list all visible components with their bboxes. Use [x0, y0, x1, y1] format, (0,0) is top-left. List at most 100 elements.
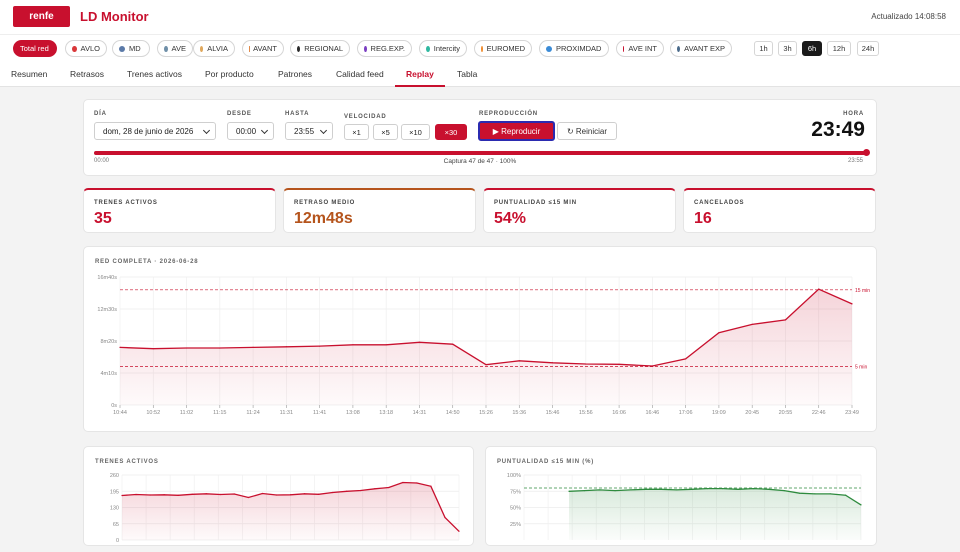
x-tick-label: 14:31 [413, 410, 427, 416]
tab-replay[interactable]: Replay [406, 69, 434, 79]
data-point [458, 531, 459, 532]
legend-dot-icon [677, 46, 680, 52]
tab-retrasos[interactable]: Retrasos [70, 69, 104, 79]
legend-dot-icon [164, 46, 168, 52]
x-tick-label: 11:41 [313, 410, 326, 416]
range-button-3h[interactable]: 3h [778, 41, 797, 56]
progress-track[interactable] [94, 151, 866, 155]
tab-calidad-feed[interactable]: Calidad feed [336, 69, 384, 79]
filter-chip-label: AVANT EXP [684, 44, 725, 53]
top-bar: renfe LD Monitor Actualizado 14:08:58 [0, 0, 960, 34]
data-point [219, 347, 220, 348]
x-tick-label: 15:56 [579, 410, 593, 416]
y-tick-label: 4m10s [100, 371, 117, 377]
range-button-1h[interactable]: 1h [754, 41, 773, 56]
kpi-value: 16 [694, 210, 712, 228]
filter-chip-avant[interactable]: AVANT [242, 40, 284, 57]
data-point [860, 504, 861, 505]
from-label: DESDE [227, 111, 252, 117]
legend-dot-icon [200, 46, 203, 52]
playback-label: REPRODUCCIÓN [479, 111, 538, 117]
data-point [248, 497, 249, 498]
product-filter-bar: Total red AVLO MD AVEALVIA AVANT REGIONAL REG.… [0, 34, 960, 61]
kpi-label: PUNTUALIDAD ≤15 MIN [494, 200, 577, 206]
range-button-6h[interactable]: 6h [802, 41, 822, 56]
speed-button-x1[interactable]: ×1 [344, 124, 369, 140]
day-select[interactable]: dom, 28 de junio de 2026 [94, 122, 216, 140]
speed-button-x5[interactable]: ×5 [373, 124, 398, 140]
y-tick-label: 12m30s [97, 307, 117, 313]
filter-chip-ave-int[interactable]: AVE INT [616, 40, 664, 57]
filter-chip-alvia[interactable]: ALVIA [193, 40, 235, 57]
tab-patrones[interactable]: Patrones [278, 69, 312, 79]
data-point [851, 303, 852, 304]
data-point [360, 490, 361, 491]
legend-dot-icon [297, 46, 300, 52]
data-point [685, 358, 686, 359]
x-tick-label: 16:46 [645, 410, 659, 416]
filter-chip-label: EUROMED [487, 44, 525, 53]
filter-chip-avant-exp[interactable]: AVANT EXP [670, 40, 732, 57]
speed-button-x10[interactable]: ×10 [401, 124, 430, 140]
data-point [814, 493, 815, 494]
filter-chip-intercity[interactable]: Intercity [419, 40, 467, 57]
data-point [615, 490, 616, 491]
kpi-value: 54% [494, 210, 526, 228]
replay-clock: 23:49 [811, 118, 865, 142]
play-button[interactable]: ▶ Reproducir [478, 121, 555, 141]
range-button-24h[interactable]: 24h [857, 41, 879, 56]
x-tick-label: 14:50 [446, 410, 460, 416]
speed-button-x30[interactable]: ×30 [435, 124, 467, 140]
x-tick-label: 15:26 [479, 410, 493, 416]
data-point [286, 346, 287, 347]
data-point [346, 491, 347, 492]
filter-chip-proximdad[interactable]: PROXIMDAD [539, 40, 609, 57]
data-point [262, 493, 263, 494]
renfe-logo[interactable]: renfe [13, 6, 70, 27]
main-tabs: Resumen Retrasos Trenes activos Por product… [0, 61, 960, 87]
data-point [661, 489, 662, 490]
to-select[interactable]: 23:55 [285, 122, 333, 140]
data-point [430, 486, 431, 487]
to-label: HASTA [285, 111, 309, 117]
x-tick-label: 20:45 [745, 410, 759, 416]
kpi-label: CANCELADOS [694, 200, 744, 206]
kpi-label: TRENES ACTIVOS [94, 200, 158, 206]
data-point [135, 494, 136, 495]
data-point [584, 490, 585, 491]
legend-dot-icon [72, 46, 77, 52]
tab-por-producto[interactable]: Por producto [205, 69, 254, 79]
filter-chip-label: Intercity [434, 44, 460, 53]
from-select[interactable]: 00:00 [227, 122, 274, 140]
active-trains-card: TRENES ACTIVOS065130195260 [83, 446, 474, 546]
data-point [374, 488, 375, 489]
capture-info: Captura 47 de 47 · 100% [380, 158, 580, 165]
data-point [290, 494, 291, 495]
data-point [419, 342, 420, 343]
filter-chip-ave[interactable]: AVE [157, 40, 193, 57]
x-tick-label: 15:36 [512, 410, 526, 416]
network-delay-chart: RED COMPLETA · 2026-06-280s4m10s8m20s12m… [84, 247, 878, 433]
filter-chip-euromed[interactable]: EUROMED [474, 40, 532, 57]
filter-chip-total-red[interactable]: Total red [13, 40, 57, 57]
tab-resumen[interactable]: Resumen [11, 69, 47, 79]
range-button-12h[interactable]: 12h [827, 41, 851, 56]
filter-chip-label: AVE INT [628, 44, 657, 53]
progress-handle[interactable] [863, 149, 870, 156]
tab-trenes-activos[interactable]: Trenes activos [127, 69, 182, 79]
y-tick-label: 75% [510, 489, 521, 495]
data-point [192, 494, 193, 495]
kpi-card-avg-delay: RETRASO MEDIO12m48s [283, 188, 476, 233]
punctuality-chart: PUNTUALIDAD ≤15 MIN (%)25%50%75%100% [486, 447, 878, 547]
data-point [818, 289, 819, 290]
filter-chip-reg-exp[interactable]: REG.EXP. [357, 40, 412, 57]
series-area [569, 489, 861, 540]
reset-button[interactable]: ↻ Reiniciar [557, 122, 617, 140]
tab-tabla[interactable]: Tabla [457, 69, 477, 79]
filter-chip-regional[interactable]: REGIONAL [290, 40, 350, 57]
chart-title: PUNTUALIDAD ≤15 MIN (%) [497, 459, 594, 465]
filter-chip-avlo[interactable]: AVLO [65, 40, 107, 57]
filter-chip-label: REG.EXP. [371, 44, 405, 53]
filter-chip-md[interactable]: MD [112, 40, 150, 57]
x-tick-label: 20:55 [779, 410, 793, 416]
